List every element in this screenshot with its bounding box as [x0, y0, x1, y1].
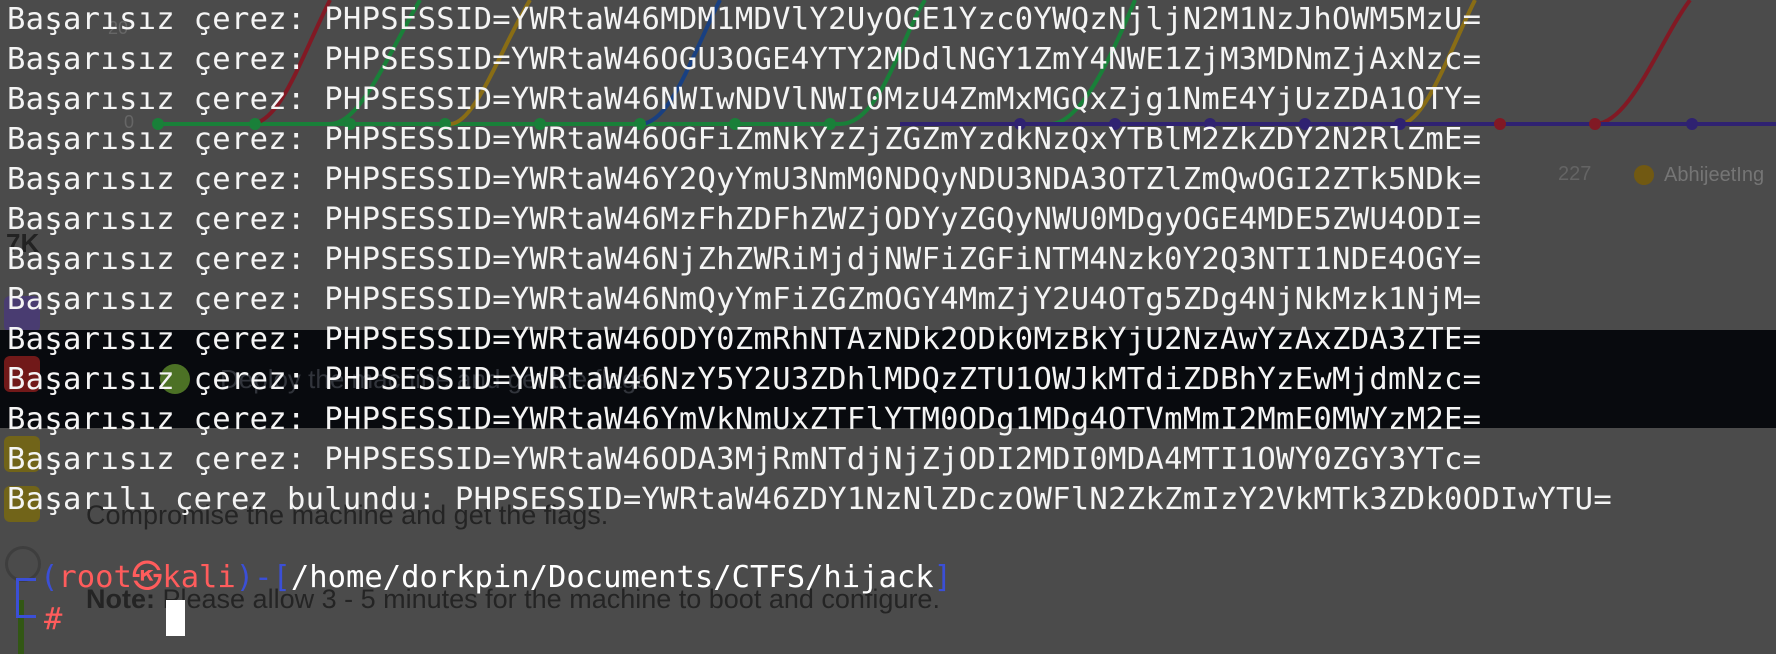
terminal-success-line: Başarılı çerez bulundu: PHPSESSID=YWRtaW… — [7, 482, 1612, 517]
prompt-close-paren: ) — [235, 560, 255, 595]
prompt-dash: - — [254, 560, 273, 595]
terminal-output-line: Başarısız çerez: PHPSESSID=YWRtaW46ODY0Z… — [7, 322, 1482, 357]
terminal-output-line: Başarısız çerez: PHPSESSID=YWRtaW46YmVkN… — [7, 402, 1482, 437]
terminal-output-line: Başarısız çerez: PHPSESSID=YWRtaW46OGU3O… — [7, 42, 1482, 77]
terminal-output-line: Başarısız çerez: PHPSESSID=YWRtaW46MzFhZ… — [7, 202, 1482, 237]
terminal-output-line: Başarısız çerez: PHPSESSID=YWRtaW46OGFiZ… — [7, 122, 1482, 157]
terminal-output-line: Başarısız çerez: PHPSESSID=YWRtaW46NjZhZ… — [7, 242, 1482, 277]
terminal-output-line: Başarısız çerez: PHPSESSID=YWRtaW46ODA3M… — [7, 442, 1482, 477]
prompt-path: /home/dorkpin/Documents/CTFS/hijack — [290, 560, 934, 595]
terminal-output-line: Başarısız çerez: PHPSESSID=YWRtaW46NzY5Y… — [7, 362, 1482, 397]
prompt-corner-decoration — [16, 606, 36, 618]
terminal-cursor[interactable] — [166, 600, 185, 636]
terminal-output-line: Başarısız çerez: PHPSESSID=YWRtaW46Y2QyY… — [7, 162, 1482, 197]
prompt-at-symbol: ㉿ — [131, 560, 163, 595]
prompt-host: kali — [162, 560, 236, 595]
prompt-close-bracket: ] — [933, 560, 952, 595]
terminal-output-line: Başarısız çerez: PHPSESSID=YWRtaW46NmQyY… — [7, 282, 1482, 317]
terminal-output-line: Başarısız çerez: PHPSESSID=YWRtaW46MDM1M… — [7, 2, 1482, 37]
terminal-window[interactable]: Başarısız çerez: PHPSESSID=YWRtaW46MDM1M… — [0, 0, 1776, 654]
shell-prompt: (root㉿kali)-[/home/dorkpin/Documents/CTF… — [40, 558, 952, 598]
prompt-open-paren: ( — [40, 560, 59, 595]
prompt-user: root — [58, 560, 132, 595]
prompt-hash-symbol: # — [44, 602, 63, 637]
prompt-open-bracket: [ — [272, 560, 291, 595]
terminal-output-line: Başarısız çerez: PHPSESSID=YWRtaW46NWIwN… — [7, 82, 1482, 117]
